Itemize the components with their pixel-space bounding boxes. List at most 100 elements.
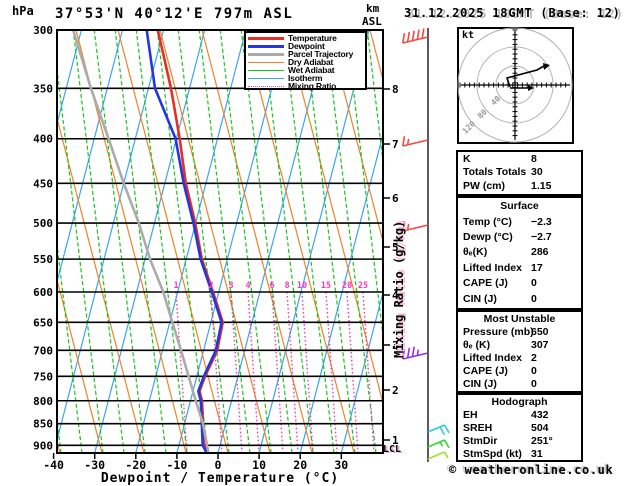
wind-barb: [427, 424, 450, 436]
table-row-value: 17: [531, 261, 543, 274]
table-row-value: 30: [531, 166, 543, 179]
table-row: Totals Totals 30: [463, 166, 581, 179]
pressure-tick-label: 400: [33, 133, 53, 146]
table-row-label: CIN (J): [463, 378, 497, 390]
table-section-header: Hodograph: [491, 396, 548, 408]
table-row-value: 251°: [531, 435, 553, 447]
pressure-tick-label: 300: [33, 24, 53, 37]
wet-adiabat-line: [57, 64, 104, 453]
table-row-value: −2.7: [531, 231, 552, 244]
table-row-label: θₑ(K): [463, 246, 488, 259]
height-axis-unit-km: km: [366, 2, 380, 15]
km-tick-label: 8: [392, 83, 399, 96]
dry-adiabat-line: [622, 30, 629, 453]
wet-adiabat-line: [324, 30, 377, 453]
mixing-ratio-value-label: 15: [321, 281, 331, 291]
barb-shaft: [402, 36, 429, 44]
isotherm-line: [135, 30, 247, 453]
table-row: θₑ (K) 307: [463, 339, 581, 352]
table-row-value: 307: [531, 339, 549, 351]
barb-feather: [416, 349, 420, 356]
table-row: StmDir 251°: [463, 435, 581, 448]
table-section-header: Most Unstable: [483, 313, 556, 325]
x-tick-label: -40: [43, 458, 64, 472]
table-row-value: −2.3: [531, 215, 552, 228]
hodograph-unit-label: kt: [462, 30, 475, 41]
barb-shaft: [402, 139, 429, 147]
table-row-value: 8: [531, 153, 537, 166]
table-row-label: Temp (°C): [463, 215, 512, 228]
wet-adiabat-line: [177, 30, 230, 453]
legend-swatch-wet_adiabat: [248, 69, 284, 71]
table-row: Lifted Index 2: [463, 352, 581, 365]
table-row-value: 504: [531, 422, 549, 434]
dry-adiabat-line: [243, 30, 355, 453]
barb-feather: [439, 441, 444, 447]
isotherm-line: [94, 30, 206, 453]
table-row: Pressure (mb) 650: [463, 326, 581, 339]
barb-feather: [443, 451, 449, 459]
table-row-label: Totals Totals: [463, 166, 527, 179]
barb-feather: [406, 138, 410, 145]
table-row: CAPE (J) 0: [463, 365, 581, 378]
sounding-chart-page: 300 350 400 450 500 550 600 650 700 750 800 850 900-…: [0, 0, 629, 486]
table-row-label: Lifted Index: [463, 261, 522, 274]
table-row: CIN (J) 0: [463, 378, 581, 391]
wet-adiabat-line: [198, 30, 251, 453]
pressure-tick-label: 500: [33, 217, 53, 230]
table-row-label: StmDir: [463, 435, 498, 447]
copyright: © weatheronline.co.uk: [449, 463, 614, 477]
isotherm-line: [57, 30, 124, 285]
pressure-tick-label: 600: [33, 286, 53, 299]
x-tick-label: -20: [125, 458, 146, 472]
wet-adiabat-line: [93, 30, 146, 453]
indices-table-section: Hodograph EH 432 SREH 504 StmDir 251° StmSpd (k…: [456, 393, 583, 462]
mixing-ratio-value-label: 10: [297, 281, 307, 291]
table-row-label: Dewp (°C): [463, 231, 513, 244]
dewpoint-trace: [145, 30, 223, 453]
mixing-ratio-value-label: 8: [284, 281, 289, 291]
x-axis-title: Dewpoint / Temperature (°C): [100, 471, 340, 486]
dry-adiabat-line: [159, 30, 271, 453]
pressure-tick-label: 800: [33, 395, 53, 408]
barb-feather: [401, 135, 406, 147]
table-row: CIN (J) 0: [463, 293, 581, 306]
table-row: EH 432: [463, 409, 581, 422]
table-row: Dewp (°C) −2.7: [463, 231, 581, 244]
pressure-axis-unit: hPa: [12, 4, 34, 18]
wind-barb: [427, 451, 449, 460]
barb-feather: [416, 29, 420, 40]
table-row: Temp (°C) −2.3: [463, 216, 581, 229]
mixing-ratio-value-label: 2: [208, 281, 213, 291]
legend: Temperature Dewpoint Parcel Trajectory Dry …: [244, 31, 367, 91]
wind-barb: [401, 135, 429, 147]
table-row: θₑ(K) 286: [463, 246, 581, 259]
table-row-label: K: [463, 153, 471, 166]
height-axis-unit-asl: ASL: [362, 15, 382, 28]
table-row: CAPE (J) 0: [463, 277, 581, 290]
table-row-label: CIN (J): [463, 292, 497, 305]
pressure-tick-label: 650: [33, 316, 53, 329]
barb-feather: [411, 30, 415, 41]
indices-table-section: Most Unstable Pressure (mb) 650 θₑ (K) 307 Li…: [456, 310, 583, 393]
legend-swatch-parcel: [248, 52, 284, 56]
pressure-tick-label: 550: [33, 253, 53, 266]
pressure-tick-label: 450: [33, 177, 53, 190]
pressure-tick-label: 900: [33, 439, 53, 452]
barb-feather: [443, 424, 450, 434]
mixing-ratio-value-label: 25: [358, 281, 368, 291]
table-row-label: CAPE (J): [463, 365, 508, 377]
table-row-value: 650: [531, 326, 549, 338]
legend-swatch-dewpoint: [248, 44, 284, 48]
table-row-value: 31: [531, 448, 543, 460]
mixing-ratio-line: [346, 291, 359, 453]
km-tick-label: 7: [392, 138, 399, 151]
wet-adiabat-line: [240, 30, 293, 453]
wind-barb: [427, 439, 450, 449]
table-row-value: 0: [531, 292, 537, 305]
barb-feather: [406, 31, 411, 42]
table-row: SREH 504: [463, 422, 581, 435]
table-row-label: StmSpd (kt): [463, 448, 522, 460]
table-row: Lifted Index 17: [463, 262, 581, 275]
dry-adiabat-line: [285, 30, 383, 406]
